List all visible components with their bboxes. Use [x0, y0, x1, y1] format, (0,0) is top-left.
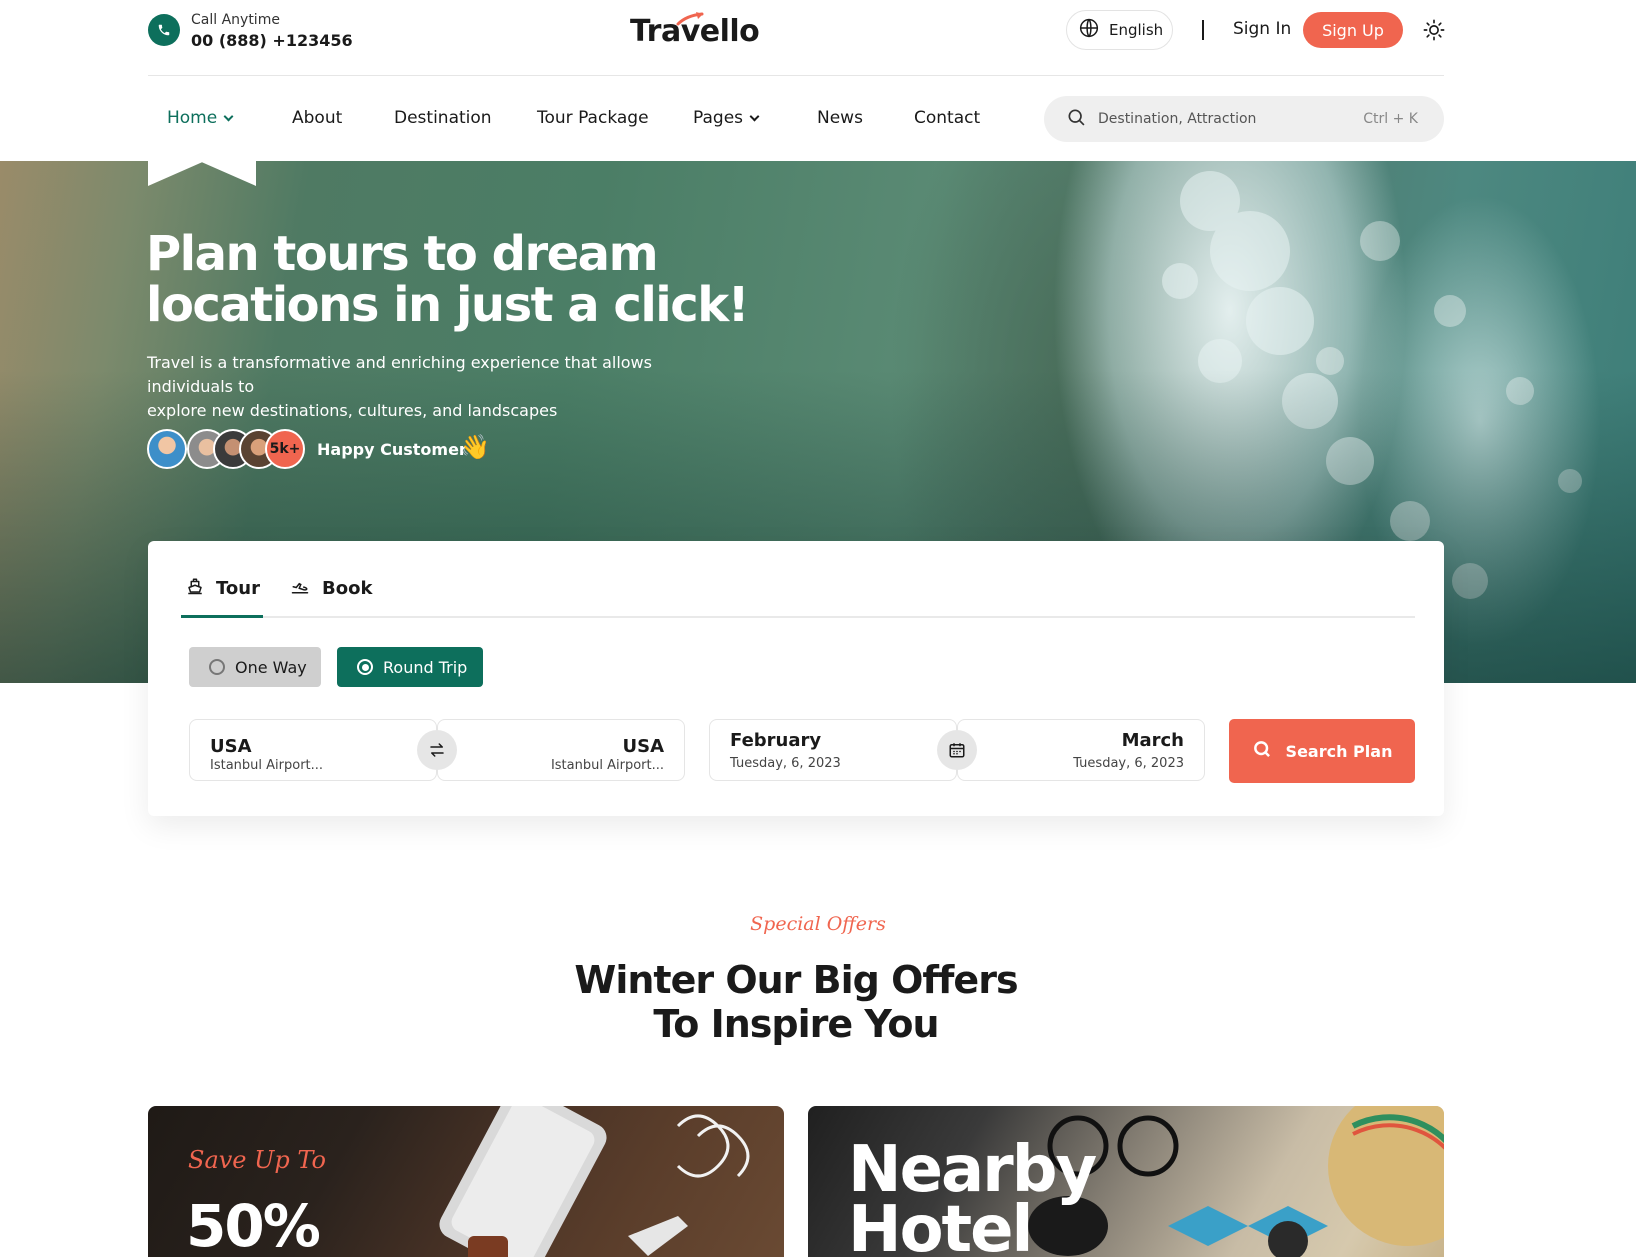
to-airport: Istanbul Airport...	[550, 758, 664, 773]
radio-icon	[209, 659, 225, 675]
radio-selected-icon	[357, 659, 373, 675]
offers-title-line: To Inspire You	[653, 1002, 939, 1046]
globe-icon	[1079, 18, 1099, 42]
chevron-down-icon	[749, 111, 760, 121]
search-icon	[1066, 107, 1086, 131]
customer-count-badge: 5k+	[265, 429, 305, 469]
tab-tour[interactable]: Tour	[186, 577, 260, 600]
active-tab-indicator	[181, 615, 263, 618]
nav-item-about[interactable]: About	[292, 108, 342, 128]
sun-icon[interactable]	[1421, 17, 1447, 43]
call-number[interactable]: 00 (888) +123456	[191, 31, 353, 50]
offer-card-decoration	[439, 1106, 750, 1257]
from-country: USA	[210, 736, 252, 757]
offers-title: Winter Our Big Offers To Inspire You	[0, 958, 1592, 1046]
happy-customer-label: Happy Customer	[317, 440, 467, 459]
hero-title: Plan tours to dream locations in just a …	[146, 229, 846, 331]
nav-item-label: Contact	[914, 108, 981, 128]
return-month: March	[1121, 730, 1184, 751]
language-selector[interactable]: English	[1066, 10, 1173, 50]
divider	[1202, 20, 1204, 40]
tab-label: Tour	[216, 578, 260, 599]
nav-item-tour-package[interactable]: Tour Package	[537, 108, 649, 128]
nav-item-contact[interactable]: Contact	[914, 108, 980, 128]
return-date-field[interactable]: March Tuesday, 6, 2023	[957, 719, 1205, 781]
sign-in-link[interactable]: Sign In	[1233, 19, 1291, 39]
to-country: USA	[622, 736, 664, 757]
search-plan-button[interactable]: Search Plan	[1229, 719, 1415, 783]
nav-item-label: Home	[167, 108, 218, 128]
nav-item-label: Destination	[394, 108, 492, 128]
tab-book[interactable]: Book	[290, 577, 372, 600]
offer-card-headline-line: Nearby	[848, 1133, 1097, 1207]
call-label: Call Anytime	[191, 12, 280, 28]
depart-month: February	[730, 730, 822, 751]
offers-title-line: Winter Our Big Offers	[574, 958, 1018, 1002]
search-placeholder: Destination, Attraction	[1098, 111, 1257, 127]
chevron-down-icon	[223, 111, 234, 121]
sign-up-button[interactable]: Sign Up	[1303, 12, 1403, 48]
nav-item-label: About	[292, 108, 343, 128]
offer-card-headline: 50%	[186, 1192, 321, 1257]
offer-card-eyebrow: Save Up To	[188, 1146, 326, 1174]
nav-item-pages[interactable]: Pages	[693, 108, 760, 128]
logo[interactable]: Travello	[630, 12, 790, 56]
nav-item-label: News	[817, 108, 863, 128]
search-shortcut: Ctrl + K	[1363, 111, 1418, 127]
hero-subtitle-line: explore new destinations, cultures, and …	[147, 401, 558, 420]
offers-eyebrow: Special Offers	[750, 913, 886, 935]
hero-title-line: Plan tours to dream	[146, 226, 659, 282]
language-label: English	[1109, 21, 1164, 39]
from-airport: Istanbul Airport...	[210, 758, 324, 773]
depart-date: Tuesday, 6, 2023	[730, 756, 841, 771]
offer-card-headline-line: Hotel	[848, 1193, 1033, 1257]
booking-card: Tour Book One Way Round Trip USA Istanbu…	[148, 541, 1444, 816]
trip-label: Round Trip	[383, 657, 468, 677]
phone-icon[interactable]	[148, 14, 180, 46]
swap-icon[interactable]	[417, 730, 457, 770]
one-way-option[interactable]: One Way	[189, 647, 321, 687]
hero-title-line: locations in just a click!	[146, 277, 750, 333]
search-plan-label: Search Plan	[1285, 741, 1393, 761]
nav-item-label: Tour Package	[537, 108, 649, 128]
offer-card-headline: Nearby Hotel	[848, 1133, 1097, 1257]
trip-label: One Way	[235, 657, 307, 677]
return-date: Tuesday, 6, 2023	[1073, 756, 1184, 771]
calendar-icon[interactable]	[937, 730, 977, 770]
nav-item-label: Pages	[693, 108, 744, 128]
offer-card-hotel[interactable]: Nearby Hotel	[808, 1106, 1444, 1257]
nav-item-destination[interactable]: Destination	[394, 108, 492, 128]
search-icon	[1252, 739, 1272, 763]
search-input[interactable]: Destination, Attraction Ctrl + K	[1044, 96, 1444, 142]
nav-item-news[interactable]: News	[817, 108, 863, 128]
round-trip-option[interactable]: Round Trip	[337, 647, 483, 687]
hero-subtitle-line: Travel is a transformative and enriching…	[147, 353, 652, 396]
tabs-divider	[181, 616, 1415, 618]
to-field[interactable]: USA Istanbul Airport...	[437, 719, 685, 781]
hero-subtitle: Travel is a transformative and enriching…	[147, 351, 727, 423]
plane-icon	[290, 577, 310, 600]
nav-item-home[interactable]: Home	[167, 108, 234, 128]
offer-card-discount[interactable]: Save Up To 50%	[148, 1106, 784, 1257]
ship-icon	[186, 577, 204, 600]
avatar	[147, 429, 187, 469]
logo-text: Travello	[630, 14, 760, 49]
wave-hand-icon: 👋	[460, 433, 490, 461]
from-field[interactable]: USA Istanbul Airport...	[189, 719, 437, 781]
depart-date-field[interactable]: February Tuesday, 6, 2023	[709, 719, 957, 781]
top-bar: Call Anytime 00 (888) +123456 Travello E…	[148, 0, 1447, 76]
tab-label: Book	[322, 578, 373, 599]
